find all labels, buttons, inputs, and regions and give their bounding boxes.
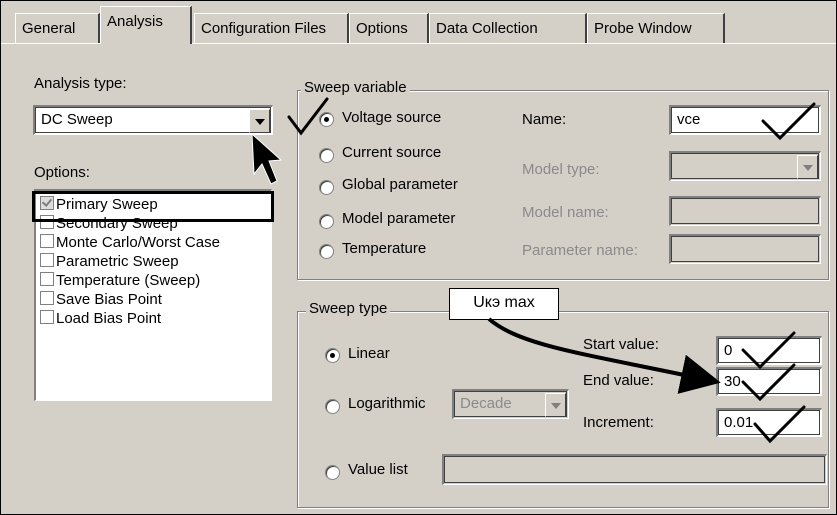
checkmark-icon (287, 97, 329, 136)
tab-analysis[interactable]: Analysis (100, 6, 192, 44)
simulation-settings-dialog: General Analysis Configuration Files Opt… (0, 0, 837, 515)
annotation-overlay (251, 97, 816, 444)
checkmark-icon (753, 405, 806, 444)
checkmark-icon (741, 363, 796, 402)
tab-label: Analysis (107, 13, 163, 30)
mouse-cursor-icon (251, 132, 283, 185)
checkmark-icon (741, 331, 796, 370)
annotation-arrow (487, 317, 721, 394)
checkmark-icon (761, 102, 816, 141)
